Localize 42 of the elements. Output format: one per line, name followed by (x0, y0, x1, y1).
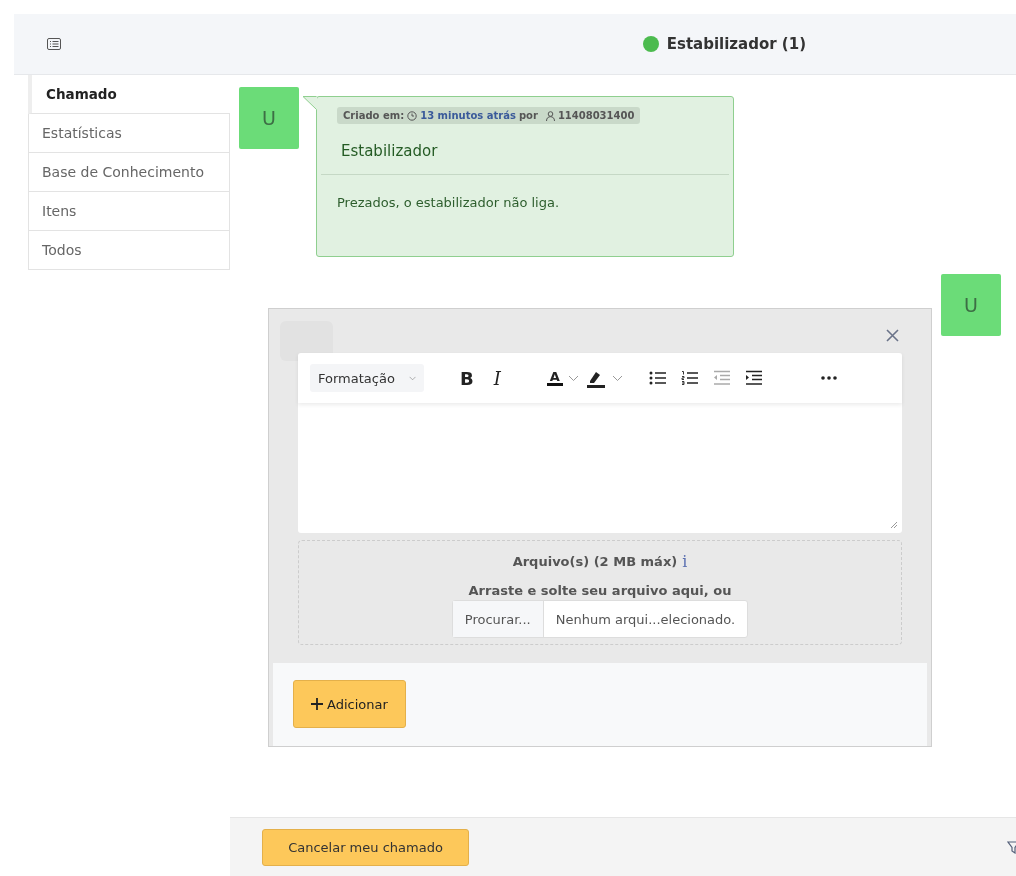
list-icon[interactable] (47, 38, 61, 50)
message-subject: Estabilizador (341, 142, 439, 162)
time-link[interactable]: 13 minutos atrás (420, 110, 516, 121)
chevron-down-icon (567, 374, 579, 382)
browse-button[interactable]: Procurar... (452, 601, 544, 637)
italic-button[interactable]: I (493, 367, 501, 389)
sidebar-tab[interactable]: Todos (28, 231, 230, 270)
user-avatar: U (941, 274, 1001, 336)
status-dot (642, 36, 659, 52)
indent-icon[interactable] (744, 370, 763, 386)
by-label: por (518, 110, 538, 121)
chevron-down-icon (408, 374, 416, 382)
add-button[interactable]: Adicionar (293, 680, 406, 728)
bullet-list-icon[interactable] (648, 370, 667, 386)
format-select[interactable]: Formatação (310, 364, 424, 392)
user-id: 11408031400 (557, 110, 635, 121)
message-body: Prezados, o estabilizador não liga. (337, 195, 561, 210)
drop-hint: Arraste e solte seu arquivo aqui, ou (468, 583, 732, 598)
file-name: Nenhum arqui...elecionado. (554, 610, 737, 629)
sidebar-tab[interactable]: Base de Conhecimento (28, 153, 230, 192)
cancel-ticket-button[interactable]: Cancelar meu chamado (262, 828, 469, 866)
file-input[interactable]: Procurar... Nenhum arqui...elecionado. (451, 600, 749, 638)
text-editor[interactable]: Formatação B I A (298, 353, 902, 533)
sidebar-tab[interactable]: Estatísticas (28, 114, 230, 153)
clock-icon (407, 110, 418, 121)
more-icon[interactable] (820, 376, 837, 380)
ticket-title: Estabilizador (1) (666, 35, 806, 53)
user-avatar: U (239, 87, 299, 149)
sidebar-tab[interactable]: Chamado (28, 75, 230, 114)
sidebar-tab[interactable]: Itens (28, 192, 230, 231)
close-icon[interactable] (886, 329, 899, 342)
numbered-list-icon[interactable] (680, 370, 699, 386)
user-icon (545, 110, 555, 121)
text-color-button[interactable]: A (546, 370, 579, 386)
resize-handle-icon[interactable] (890, 521, 898, 529)
upload-label: Arquivo(s) (2 MB máx) (512, 554, 678, 569)
plus-icon (311, 698, 323, 710)
created-label: Criado em: (343, 110, 405, 121)
file-dropzone[interactable]: Arquivo(s) (2 MB máx) i Arraste e solte seu arquivo aqui, ou Procurar... Nenhum arqui...elecionado. (298, 540, 902, 645)
filter-icon[interactable] (1007, 840, 1016, 854)
bold-button[interactable]: B (460, 367, 474, 389)
info-link[interactable]: i (682, 552, 688, 571)
